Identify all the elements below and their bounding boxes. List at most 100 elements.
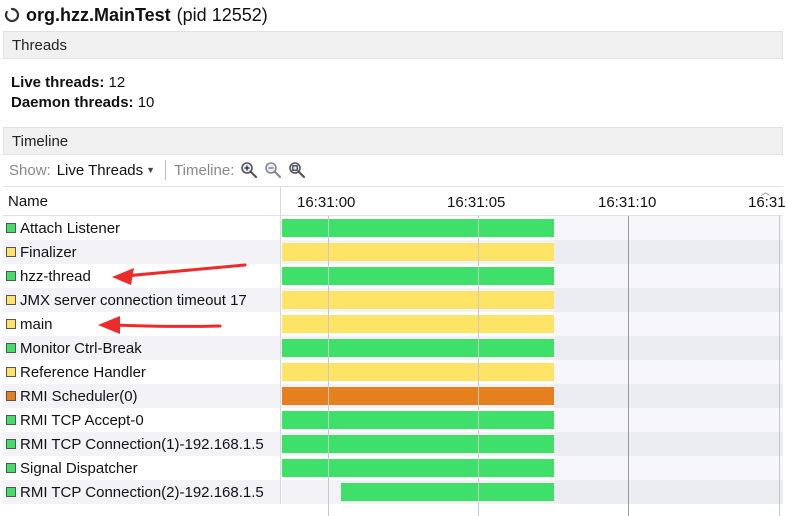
thread-state-bar [282,219,554,237]
thread-name: main [20,315,53,333]
thread-name-cell: Reference Handler [3,360,281,384]
thread-state-bar [282,435,554,453]
table-row[interactable]: JMX server connection timeout 17 [3,288,783,312]
thread-state-icon [6,295,16,305]
table-row[interactable]: Attach Listener [3,216,783,240]
thread-name-cell: JMX server connection timeout 17 [3,288,281,312]
zoom-fit-icon[interactable] [288,161,306,179]
table-row[interactable]: RMI TCP Connection(2)-192.168.1.5 [3,480,783,504]
daemon-threads-value: 10 [137,94,155,111]
thread-rows: Attach Listener Finalizer hzz-thread JMX… [3,216,783,504]
show-dropdown-value: Live Threads [56,161,144,179]
thread-state-icon [6,367,16,377]
loading-spinner-icon [4,7,20,23]
thread-name: RMI TCP Connection(1)-192.168.1.5 [20,435,264,453]
threads-section-header[interactable]: Threads [3,31,783,59]
thread-name-cell: main [3,312,281,336]
zoom-out-icon[interactable] [264,161,282,179]
thread-timeline-cell [282,264,783,288]
thread-state-icon [6,223,16,233]
sort-up-icon[interactable]: ︿ [761,185,770,198]
timeline-gridline [779,216,780,516]
future-region [554,384,783,408]
thread-timeline-cell [282,288,783,312]
timeline-gridline [478,216,479,516]
thread-name-cell: Signal Dispatcher [3,456,281,480]
thread-timeline-cell [282,384,783,408]
future-region [554,456,783,480]
time-tick-3: 16:31:10 [598,194,657,211]
timeline-zoom-label: Timeline: [174,161,235,179]
thread-state-bar [282,315,554,333]
table-row[interactable]: RMI TCP Accept-0 [3,408,783,432]
threads-section-title: Threads [12,36,68,54]
thread-state-bar [282,339,554,357]
future-region [554,336,783,360]
thread-name-cell: Attach Listener [3,216,281,240]
timeline-section-header[interactable]: Timeline [3,127,783,155]
table-row[interactable]: main [3,312,783,336]
window-title-bar: org.hzz.MainTest (pid 12552) [0,0,786,30]
future-region [554,216,783,240]
future-region [554,480,783,504]
thread-timeline-cell [282,408,783,432]
thread-state-icon [6,271,16,281]
thread-state-icon [6,247,16,257]
thread-name-cell: Monitor Ctrl-Break [3,336,281,360]
thread-name: Signal Dispatcher [20,459,138,477]
show-label: Show: [9,161,51,179]
thread-timeline-cell [282,312,783,336]
thread-name: hzz-thread [20,267,91,285]
table-row[interactable]: Signal Dispatcher [3,456,783,480]
time-tick-1: 16:31:00 [297,194,356,211]
thread-timeline-cell [282,216,783,240]
thread-state-icon [6,487,16,497]
timeline-gridline [328,216,329,516]
thread-state-bar [282,459,554,477]
table-header: Name 16:31:00 16:31:05 16:31:10 16:31 ︿ [3,185,786,216]
future-region [554,312,783,336]
process-id: (pid 12552) [176,4,268,25]
timeline-section-title: Timeline [12,132,69,150]
table-row[interactable]: Finalizer [3,240,783,264]
future-region [554,240,783,264]
name-column-label: Name [8,193,49,210]
thread-name: RMI Scheduler(0) [20,387,138,405]
future-region [554,288,783,312]
thread-name-cell: hzz-thread [3,264,281,288]
future-region [554,408,783,432]
thread-state-icon [6,319,16,329]
live-threads-stat: Live threads: 12 [11,74,125,91]
thread-state-bar [282,363,554,381]
table-row[interactable]: Reference Handler [3,360,783,384]
table-row[interactable]: RMI TCP Connection(1)-192.168.1.5 [3,432,783,456]
thread-state-bar [282,387,554,405]
thread-timeline-cell [282,240,783,264]
show-dropdown[interactable]: Live Threads ▼ [57,162,155,179]
table-row[interactable]: RMI Scheduler(0) [3,384,783,408]
thread-state-icon [6,343,16,353]
table-row[interactable]: hzz-thread [3,264,783,288]
thread-name: Reference Handler [20,363,146,381]
name-column-header[interactable]: Name [3,187,281,216]
thread-state-bar [282,267,554,285]
thread-name-cell: RMI TCP Connection(1)-192.168.1.5 [3,432,281,456]
thread-name-cell: RMI Scheduler(0) [3,384,281,408]
live-threads-value: 12 [108,74,126,91]
thread-state-icon [6,463,16,473]
timeline-gridline [628,216,629,516]
toolbar-divider [165,160,167,180]
thread-timeline-cell [282,456,783,480]
timeline-toolbar: Show: Live Threads ▼ Timeline: [3,156,783,184]
thread-name: Attach Listener [20,219,121,237]
table-row[interactable]: Monitor Ctrl-Break [3,336,783,360]
zoom-in-icon[interactable] [240,161,258,179]
thread-state-bar [282,243,554,261]
threads-timeline-table: Name 16:31:00 16:31:05 16:31:10 16:31 ︿ … [3,185,786,516]
future-region [554,432,783,456]
thread-name: JMX server connection timeout 17 [20,291,247,309]
thread-timeline-cell [282,336,783,360]
thread-timeline-cell [282,360,783,384]
thread-name-cell: RMI TCP Accept-0 [3,408,281,432]
thread-state-icon [6,391,16,401]
